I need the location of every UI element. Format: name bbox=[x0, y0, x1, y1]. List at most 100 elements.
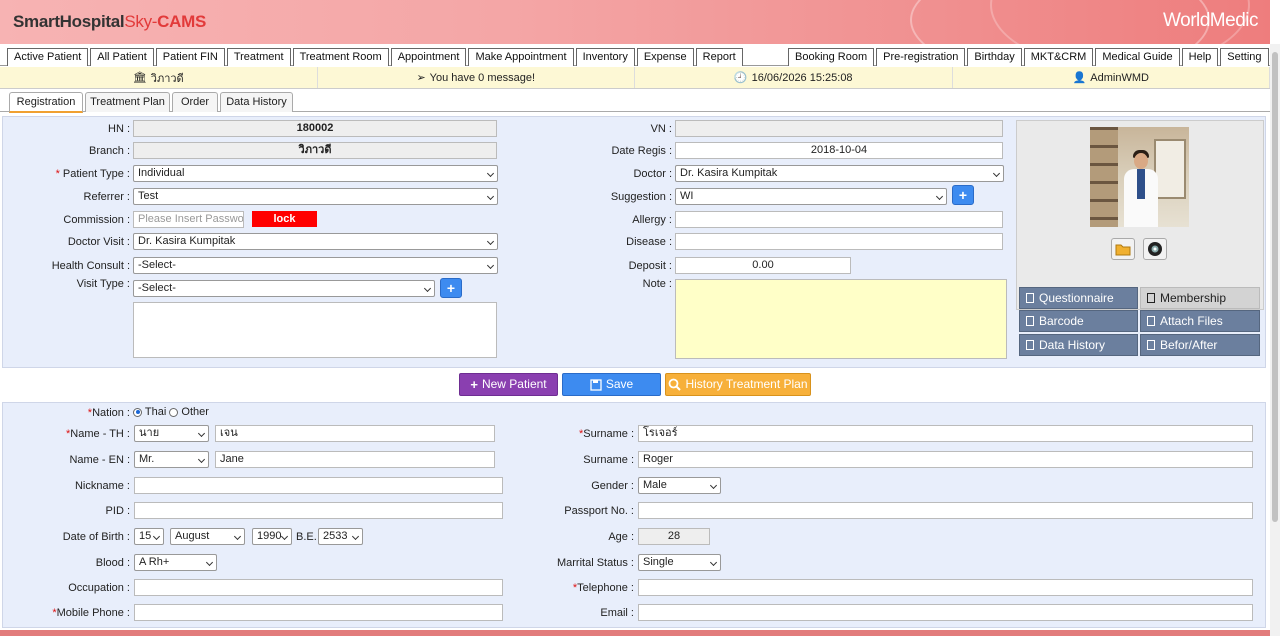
nickname-input[interactable] bbox=[134, 477, 503, 494]
folder-button[interactable] bbox=[1111, 238, 1135, 260]
name-en-input[interactable]: Jane bbox=[215, 451, 495, 468]
menu-mkt-crm[interactable]: MKT&CRM bbox=[1023, 48, 1094, 66]
footer-bar bbox=[0, 630, 1270, 636]
camera-button[interactable] bbox=[1143, 238, 1167, 260]
name-th-input[interactable]: เจน bbox=[215, 425, 495, 442]
tab-treatment-plan[interactable]: Treatment Plan bbox=[85, 92, 170, 112]
passport-label: Passport No. : bbox=[564, 505, 634, 517]
doctor-select[interactable]: Dr. Kasira Kumpitak bbox=[675, 165, 1004, 182]
menu-active-patient[interactable]: Active Patient bbox=[7, 48, 89, 66]
attach-files-button[interactable]: Attach Files bbox=[1140, 310, 1260, 332]
data-history-button[interactable]: Data History bbox=[1019, 334, 1138, 356]
referrer-select[interactable]: Test bbox=[133, 188, 498, 205]
camera-icon bbox=[1148, 242, 1162, 256]
floppy-icon bbox=[590, 378, 602, 391]
menu-report[interactable]: Report bbox=[695, 48, 743, 66]
before-after-button[interactable]: Befor/After bbox=[1140, 334, 1260, 356]
allergy-input[interactable] bbox=[675, 211, 1003, 228]
menu-birthday[interactable]: Birthday bbox=[967, 48, 1022, 66]
membership-button[interactable]: Membership bbox=[1140, 287, 1260, 309]
marital-select[interactable]: Single bbox=[638, 554, 721, 571]
suggestion-select[interactable]: WI bbox=[675, 188, 947, 205]
document-icon bbox=[1147, 340, 1155, 350]
tab-order[interactable]: Order bbox=[172, 92, 218, 112]
visit-type-textarea[interactable] bbox=[133, 302, 497, 358]
date-regis-field[interactable]: 2018-10-04 bbox=[675, 142, 1003, 159]
document-icon bbox=[1147, 293, 1155, 303]
nation-label: *Nation : bbox=[87, 407, 130, 419]
patient-type-select[interactable]: Individual bbox=[133, 165, 498, 182]
barcode-button[interactable]: Barcode bbox=[1019, 310, 1138, 332]
add-suggestion-button[interactable]: + bbox=[952, 185, 974, 205]
email-input[interactable] bbox=[638, 604, 1253, 621]
title-th-select[interactable]: นาย bbox=[134, 425, 209, 442]
questionnaire-button[interactable]: Questionnaire bbox=[1019, 287, 1138, 309]
menu-medical-guide[interactable]: Medical Guide bbox=[1095, 48, 1180, 66]
title-en-select[interactable]: Mr. bbox=[134, 451, 209, 468]
disease-input[interactable] bbox=[675, 233, 1003, 250]
menu-expense[interactable]: Expense bbox=[636, 48, 694, 66]
menu-setting[interactable]: Setting bbox=[1220, 48, 1269, 66]
dob-be-select[interactable]: 2533 bbox=[318, 528, 363, 545]
tab-data-history[interactable]: Data History bbox=[220, 92, 293, 112]
pid-label: PID : bbox=[105, 505, 130, 517]
pid-input[interactable] bbox=[134, 502, 503, 519]
menu-treatment-room[interactable]: Treatment Room bbox=[292, 48, 389, 66]
gender-label: Gender : bbox=[591, 480, 634, 492]
menu-treatment[interactable]: Treatment bbox=[226, 48, 291, 66]
messages-link[interactable]: ➢ You have 0 message! bbox=[318, 67, 635, 88]
menu-inventory[interactable]: Inventory bbox=[575, 48, 635, 66]
mobile-label: *Mobile Phone : bbox=[52, 607, 130, 619]
commission-password-input[interactable]: Please Insert Password bbox=[133, 211, 244, 228]
nation-other-radio[interactable] bbox=[169, 407, 179, 417]
menu-make-appointment[interactable]: Make Appointment bbox=[468, 48, 574, 66]
visit-type-select[interactable]: -Select- bbox=[133, 280, 435, 297]
user-icon: 👤 bbox=[1072, 72, 1087, 84]
current-datetime: 16/06/2026 15:25:08 bbox=[751, 71, 853, 84]
user-menu[interactable]: 👤 AdminWMD bbox=[953, 67, 1270, 88]
search-icon bbox=[669, 378, 682, 391]
dob-month-select[interactable]: August bbox=[170, 528, 245, 545]
surname-en-input[interactable]: Roger bbox=[638, 451, 1253, 468]
history-treatment-plan-button[interactable]: History Treatment Plan bbox=[665, 373, 811, 396]
plus-icon: + bbox=[470, 377, 478, 392]
menu-pre-registration[interactable]: Pre-registration bbox=[876, 48, 966, 66]
dob-label: Date of Birth : bbox=[62, 531, 130, 543]
health-consult-select[interactable]: -Select- bbox=[133, 257, 498, 274]
menu-booking-room[interactable]: Booking Room bbox=[788, 48, 875, 66]
age-field: 28 bbox=[638, 528, 710, 545]
doctor-visit-select[interactable]: Dr. Kasira Kumpitak bbox=[133, 233, 498, 250]
note-textarea[interactable] bbox=[675, 279, 1007, 359]
dob-year-select[interactable]: 1990 bbox=[252, 528, 292, 545]
health-consult-label: Health Consult : bbox=[51, 260, 130, 272]
visit-type-label: Visit Type : bbox=[76, 278, 130, 290]
menu-help[interactable]: Help bbox=[1181, 48, 1219, 66]
nickname-label: Nickname : bbox=[74, 480, 130, 492]
vn-field bbox=[675, 120, 1003, 137]
name-th-label: *Name - TH : bbox=[66, 428, 130, 440]
dob-day-select[interactable]: 15 bbox=[134, 528, 164, 545]
new-patient-button[interactable]: + New Patient bbox=[459, 373, 558, 396]
blood-select[interactable]: A Rh+ bbox=[134, 554, 217, 571]
tab-registration[interactable]: Registration bbox=[9, 92, 83, 113]
nation-thai-radio[interactable] bbox=[133, 407, 142, 417]
page-scrollbar[interactable] bbox=[1270, 44, 1280, 636]
marital-label: Marrital Status : bbox=[556, 557, 634, 569]
email-label: Email : bbox=[600, 607, 634, 619]
clock-icon: 🕘 bbox=[733, 72, 748, 84]
lock-button[interactable]: lock bbox=[252, 211, 317, 227]
menu-all-patient[interactable]: All Patient bbox=[90, 48, 154, 66]
mobile-input[interactable] bbox=[134, 604, 503, 621]
menu-appointment[interactable]: Appointment bbox=[390, 48, 467, 66]
surname-th-input[interactable]: โรเจอร์ bbox=[638, 425, 1253, 442]
plus-icon: + bbox=[446, 280, 456, 296]
occupation-input[interactable] bbox=[134, 579, 503, 596]
tab-bar: Registration Treatment Plan Order Data H… bbox=[0, 92, 1270, 113]
add-visit-type-button[interactable]: + bbox=[440, 278, 462, 298]
telephone-input[interactable] bbox=[638, 579, 1253, 596]
deposit-input[interactable]: 0.00 bbox=[675, 257, 851, 274]
gender-select[interactable]: Male bbox=[638, 477, 721, 494]
passport-input[interactable] bbox=[638, 502, 1253, 519]
save-button[interactable]: Save bbox=[562, 373, 661, 396]
menu-patient-fin[interactable]: Patient FIN bbox=[155, 48, 225, 66]
